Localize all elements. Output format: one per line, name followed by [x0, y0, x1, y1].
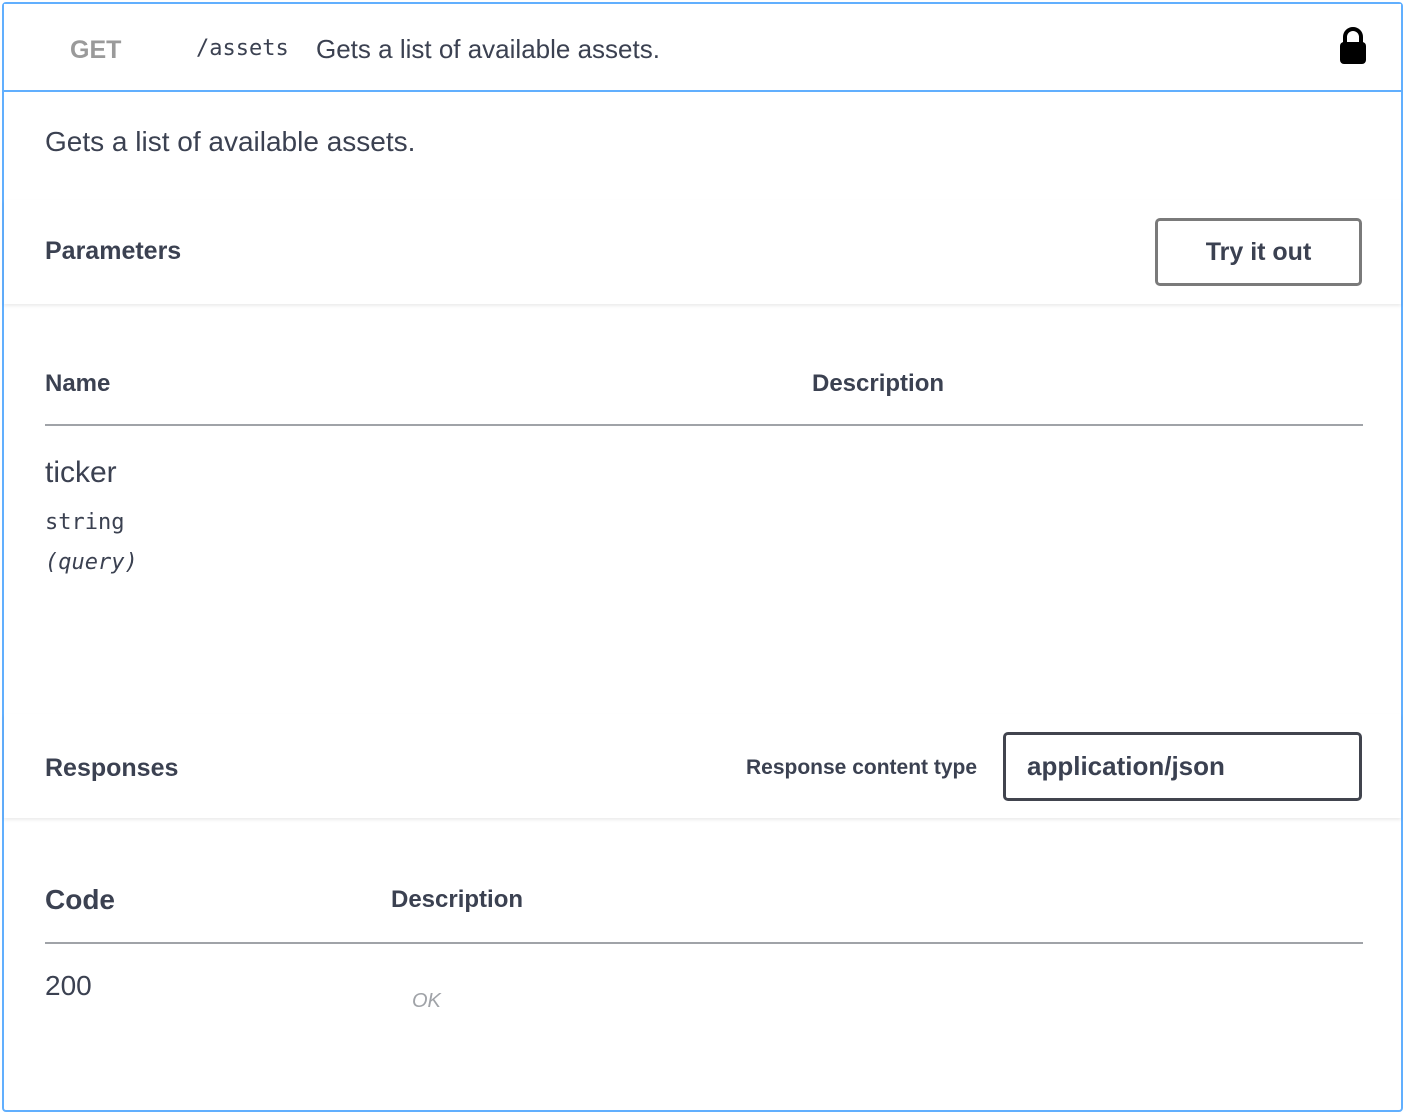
param-type: string	[45, 510, 125, 535]
responses-title: Responses	[45, 754, 179, 782]
http-method-badge: GET	[70, 36, 122, 64]
resp-col-description: Description	[391, 886, 524, 913]
param-col-description: Description	[812, 370, 945, 397]
summary-description: Gets a list of available assets.	[316, 34, 660, 64]
operation-description: Gets a list of available assets.	[45, 126, 416, 157]
param-location: (query)	[45, 550, 138, 575]
resp-col-code: Code	[45, 884, 115, 915]
lock-icon[interactable]	[1338, 26, 1368, 66]
param-col-name: Name	[45, 370, 111, 397]
param-name: ticker	[45, 456, 117, 489]
response-content-type-label: Response content type	[746, 756, 978, 779]
resp-table-divider	[45, 942, 1363, 944]
param-table-divider	[45, 424, 1363, 426]
operation-block-get-assets: GET /assets Gets a list of available ass…	[2, 2, 1403, 1112]
parameters-header: Parameters Try it out	[4, 200, 1401, 304]
operation-summary[interactable]: GET /assets Gets a list of available ass…	[4, 4, 1401, 92]
response-description: OK	[412, 990, 441, 1012]
try-it-out-button[interactable]: Try it out	[1155, 218, 1362, 286]
response-code: 200	[45, 970, 92, 1001]
parameters-title: Parameters	[45, 237, 182, 265]
responses-header: Responses Response content type applicat…	[4, 714, 1401, 818]
response-content-type-select[interactable]: application/json	[1003, 732, 1362, 801]
endpoint-path: /assets	[196, 36, 289, 61]
